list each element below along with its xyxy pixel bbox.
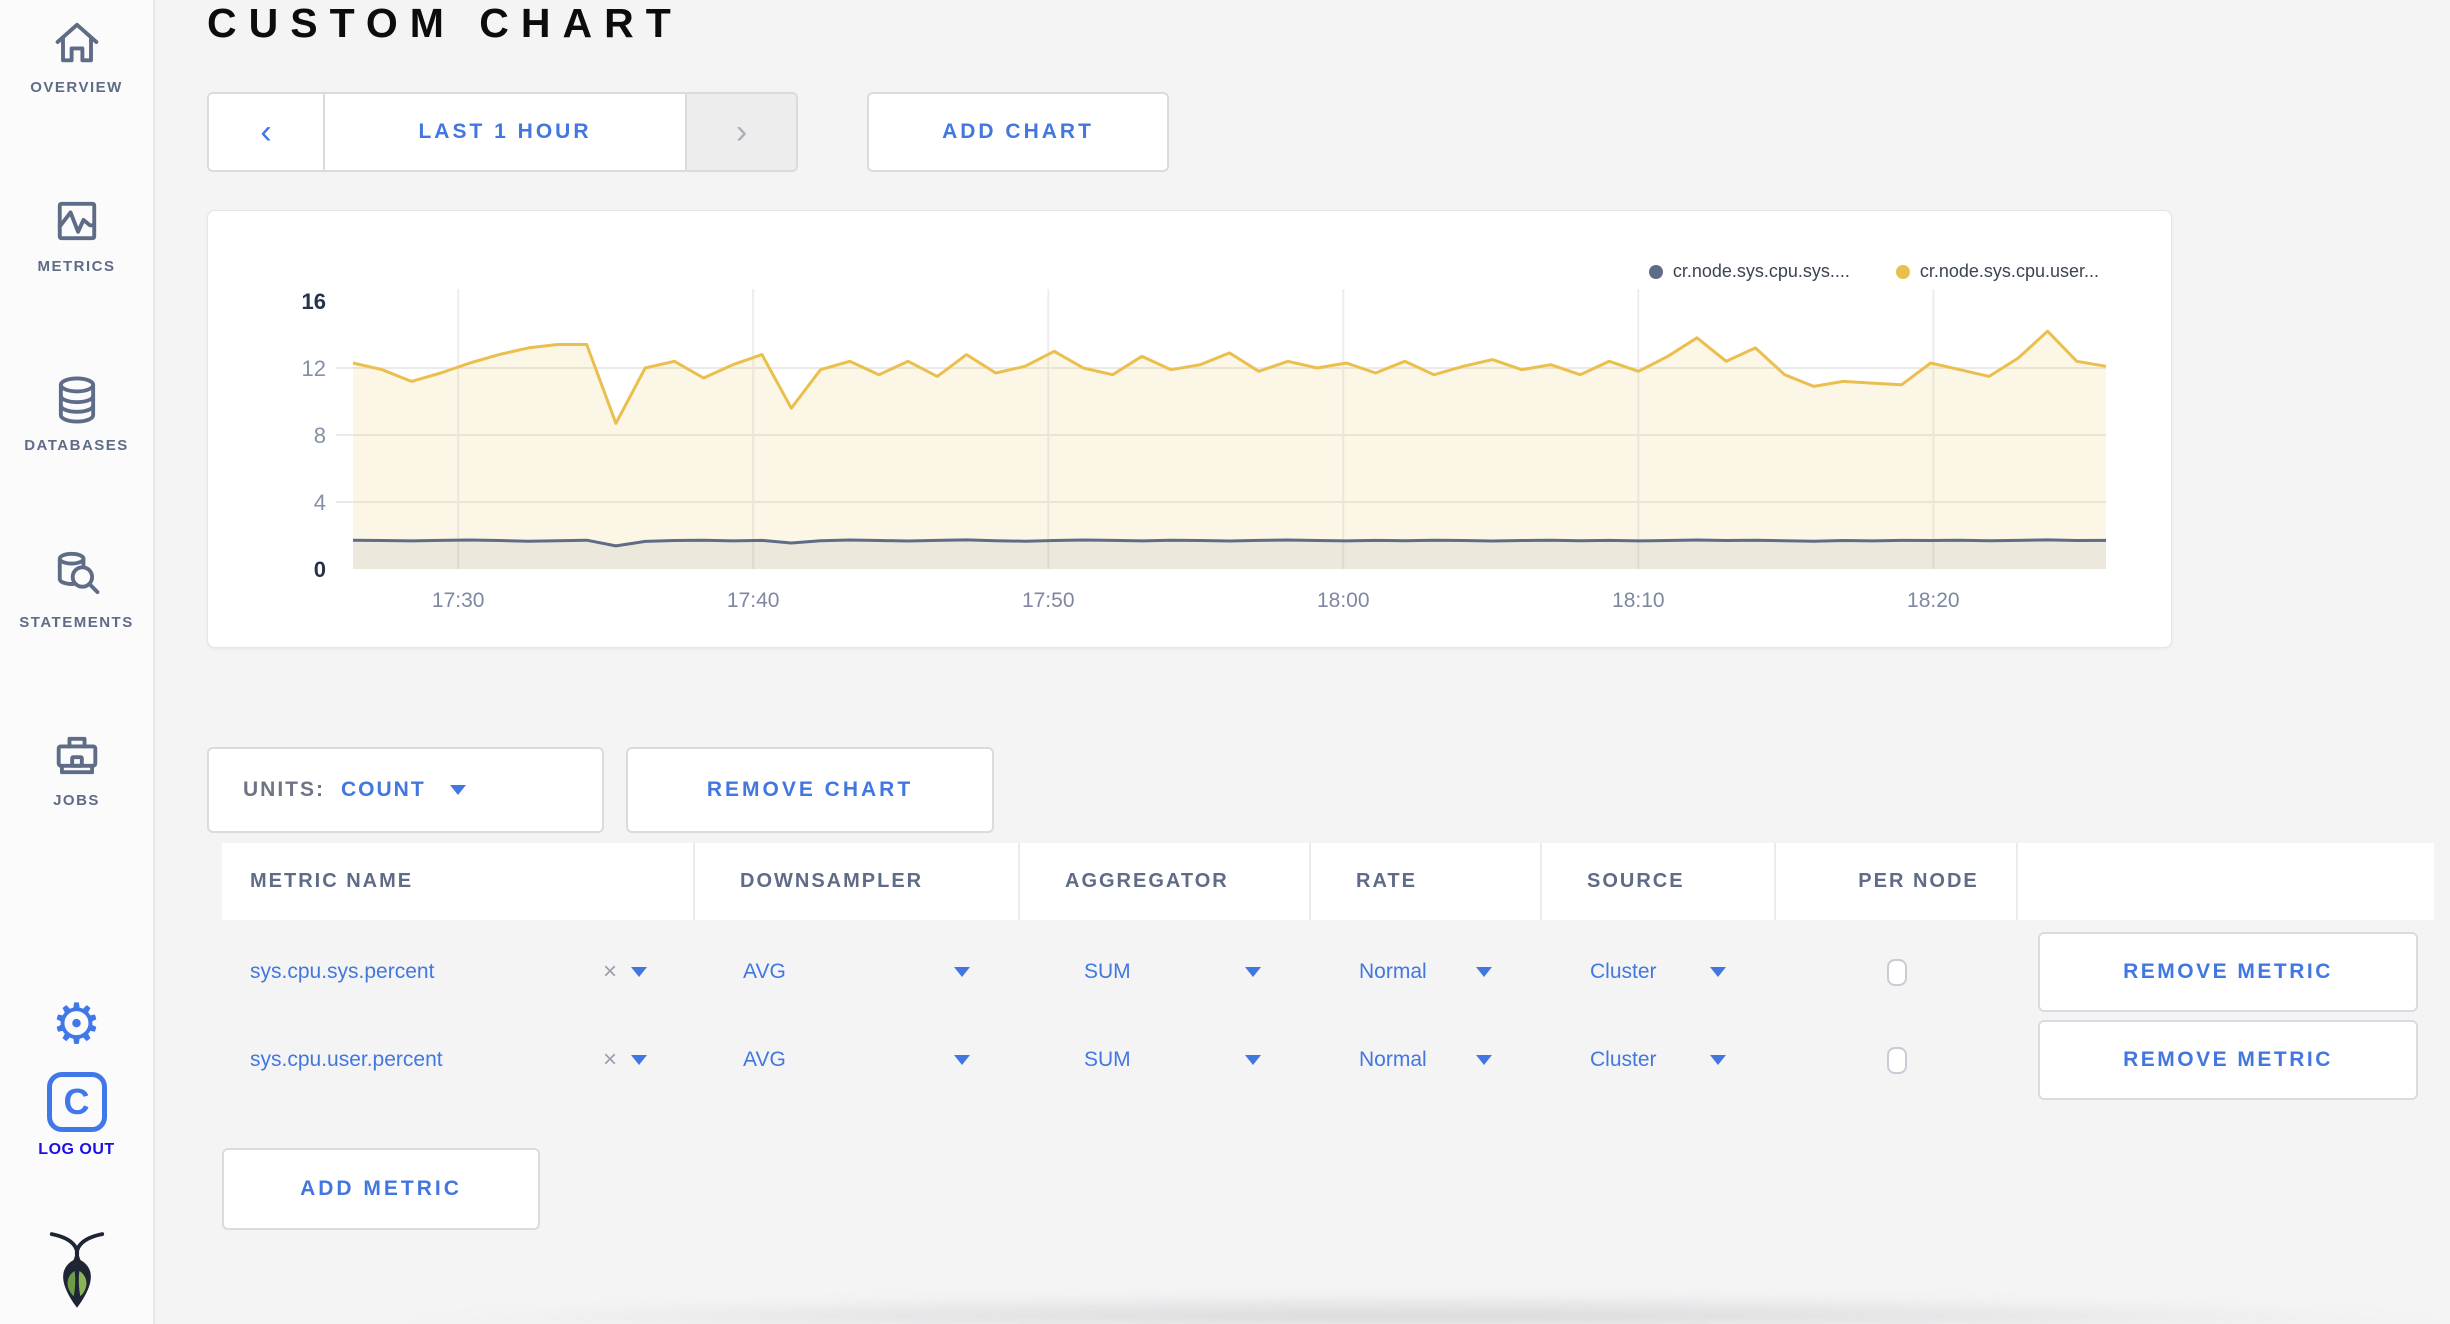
svg-text:8: 8	[314, 423, 326, 448]
chart-panel: 17:30 17:40 17:50 18:00 18:10 18:20 0 4 8 12 16 cr…	[207, 210, 2172, 648]
clear-metric-icon[interactable]: ×	[603, 960, 617, 984]
sidebar-item-label: METRICS	[37, 258, 116, 275]
column-header-downsampler: DOWNSAMPLER	[695, 843, 1020, 920]
sidebar-item-label: STATEMENTS	[19, 614, 134, 631]
add-chart-button[interactable]: ADD CHART	[867, 92, 1169, 172]
downsampler-select[interactable]: AVG	[743, 1048, 786, 1072]
jobs-icon	[56, 736, 97, 775]
chevron-down-icon[interactable]	[631, 967, 647, 977]
legend-dot-cpu-user	[1895, 264, 1910, 279]
column-header-source: SOURCE	[1542, 843, 1776, 920]
rate-select[interactable]: Normal	[1359, 1048, 1427, 1072]
statements-icon	[57, 551, 99, 595]
chevron-down-icon	[449, 785, 466, 795]
legend-label: cr.node.sys.cpu.sys....	[1672, 261, 1850, 281]
custom-chart-page: CUSTOM CHART ‹ LAST 1 HOUR › ADD CHART 1…	[155, 0, 2450, 1324]
sidebar-item-statements[interactable]: STATEMENTS	[0, 549, 153, 631]
svg-text:18:00: 18:00	[1317, 589, 1370, 612]
clear-metric-icon[interactable]: ×	[603, 1048, 617, 1072]
chevron-down-icon[interactable]	[1245, 1055, 1261, 1065]
source-select[interactable]: Cluster	[1590, 960, 1657, 984]
remove-chart-button[interactable]: REMOVE CHART	[626, 747, 994, 833]
table-row: sys.cpu.user.percent × AVG SUM Normal Cl…	[222, 1016, 2434, 1104]
chevron-down-icon[interactable]	[1245, 967, 1261, 977]
legend-dot-cpu-sys	[1648, 264, 1663, 279]
units-dropdown[interactable]: UNITS: COUNT	[207, 747, 604, 833]
aggregator-select[interactable]: SUM	[1084, 1048, 1131, 1072]
per-node-checkbox[interactable]	[1887, 958, 1907, 986]
sidebar-item-label: JOBS	[53, 792, 100, 809]
time-next-button[interactable]: ›	[685, 94, 796, 170]
table-row: sys.cpu.sys.percent × AVG SUM Normal Clu…	[222, 928, 2434, 1016]
svg-text:18:20: 18:20	[1907, 589, 1960, 612]
sidebar-item-label: OVERVIEW	[30, 79, 123, 96]
chevron-down-icon[interactable]	[1476, 967, 1492, 977]
add-metric-button[interactable]: ADD METRIC	[222, 1148, 540, 1230]
svg-text:17:50: 17:50	[1022, 589, 1075, 612]
column-header-per-node: PER NODE	[1776, 843, 2018, 920]
remove-metric-button[interactable]: REMOVE METRIC	[2038, 932, 2418, 1012]
home-icon	[55, 22, 98, 63]
legend-item-cpu-user[interactable]: cr.node.sys.cpu.user...	[1895, 261, 2099, 282]
time-range-selector: ‹ LAST 1 HOUR ›	[207, 92, 798, 172]
sidebar-item-jobs[interactable]: JOBS	[0, 727, 153, 809]
svg-text:16: 16	[302, 289, 326, 314]
chart-legend: cr.node.sys.cpu.sys.... cr.node.sys.cpu.…	[1648, 261, 2099, 282]
sidebar-item-logout[interactable]: C LOG OUT	[0, 1072, 153, 1159]
time-prev-button[interactable]: ‹	[209, 94, 325, 170]
databases-icon	[58, 376, 95, 424]
time-range-label[interactable]: LAST 1 HOUR	[325, 94, 685, 170]
metric-name-select[interactable]: sys.cpu.sys.percent	[250, 960, 434, 984]
cockroach-bug-logo	[0, 1228, 153, 1315]
page-title: CUSTOM CHART	[207, 0, 683, 46]
source-select[interactable]: Cluster	[1590, 1048, 1657, 1072]
metric-name-select[interactable]: sys.cpu.user.percent	[250, 1048, 443, 1072]
chevron-down-icon[interactable]	[631, 1055, 647, 1065]
svg-text:0: 0	[314, 557, 326, 582]
svg-text:4: 4	[314, 490, 326, 515]
chevron-down-icon[interactable]	[1476, 1055, 1492, 1065]
sidebar-item-overview[interactable]: OVERVIEW	[0, 14, 153, 96]
column-header-actions	[2018, 843, 2434, 920]
chevron-down-icon[interactable]	[1710, 967, 1726, 977]
c-badge-letter: C	[63, 1081, 90, 1122]
column-header-aggregator: AGGREGATOR	[1020, 843, 1311, 920]
downsampler-select[interactable]: AVG	[743, 960, 786, 984]
svg-text:18:10: 18:10	[1612, 589, 1665, 612]
units-label: UNITS:	[243, 778, 325, 801]
sidebar: OVERVIEW METRICS DATABASES STATEMENTS JO…	[0, 0, 155, 1324]
cockroach-c-icon: C	[46, 1072, 107, 1132]
metrics-table-header: METRIC NAME DOWNSAMPLER AGGREGATOR RATE …	[222, 843, 2434, 920]
chevron-down-icon[interactable]	[954, 967, 970, 977]
gear-icon[interactable]: ⚙	[51, 992, 101, 1055]
sidebar-item-metrics[interactable]: METRICS	[0, 193, 153, 275]
per-node-checkbox[interactable]	[1887, 1046, 1907, 1074]
svg-text:17:30: 17:30	[432, 589, 485, 612]
column-header-metric-name: METRIC NAME	[222, 843, 695, 920]
sidebar-item-label: DATABASES	[24, 437, 129, 454]
bottom-scroll-shadow	[395, 1294, 2450, 1324]
column-header-rate: RATE	[1311, 843, 1542, 920]
svg-text:12: 12	[302, 356, 326, 381]
chevron-down-icon[interactable]	[954, 1055, 970, 1065]
legend-item-cpu-sys[interactable]: cr.node.sys.cpu.sys....	[1648, 261, 1850, 282]
units-value: COUNT	[341, 778, 426, 801]
svg-text:17:40: 17:40	[727, 589, 780, 612]
aggregator-select[interactable]: SUM	[1084, 960, 1131, 984]
remove-metric-button[interactable]: REMOVE METRIC	[2038, 1020, 2418, 1100]
legend-label: cr.node.sys.cpu.user...	[1919, 261, 2099, 281]
metrics-icon	[57, 201, 96, 241]
sidebar-item-databases[interactable]: DATABASES	[0, 372, 153, 454]
chevron-down-icon[interactable]	[1710, 1055, 1726, 1065]
rate-select[interactable]: Normal	[1359, 960, 1427, 984]
logout-label: LOG OUT	[38, 1141, 115, 1158]
